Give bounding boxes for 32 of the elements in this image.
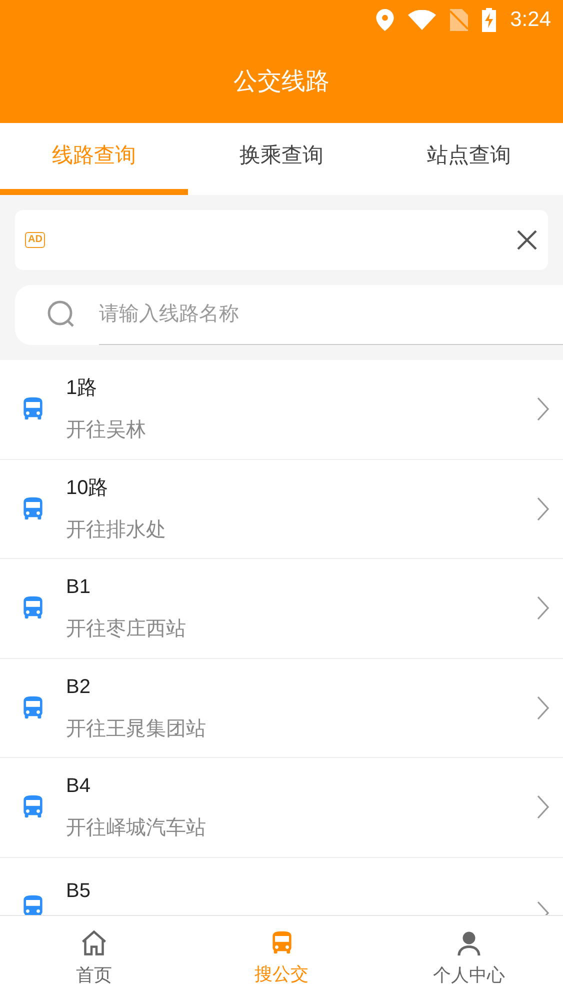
page-title: 公交线路 [234, 66, 330, 96]
chevron-right-icon [537, 696, 549, 720]
no-sim-icon [450, 9, 468, 31]
nav-tab[interactable]: 个人中心 [375, 916, 563, 1000]
route-direction: 开往王晁集团站 [66, 716, 207, 742]
tab[interactable]: 站点查询 [375, 123, 563, 195]
tab[interactable]: 换乘查询 [188, 123, 376, 195]
status-time: 3:24 [510, 7, 551, 34]
route-name: B5 [66, 880, 90, 902]
route-name: B1 [66, 575, 92, 600]
location-icon [376, 9, 394, 31]
route-name: B2 [66, 674, 92, 700]
close-icon[interactable] [516, 229, 538, 251]
chevron-right-icon [537, 596, 549, 620]
search-field[interactable]: 请输入线路名称 [15, 285, 563, 345]
ad-badge: AD [25, 232, 46, 248]
nav-tab[interactable]: 首页 [0, 916, 188, 1000]
route-row[interactable]: B5 [0, 858, 563, 914]
battery-icon [482, 8, 496, 32]
route-name: 1路 [66, 376, 98, 402]
route-row[interactable]: B2 开往王晁集团站 [0, 658, 563, 758]
route-row[interactable]: 10路 开往排水处 [0, 460, 563, 559]
wifi-icon [408, 10, 436, 30]
route-direction: 开往排水处 [66, 518, 167, 543]
route-direction: 开往峄城汽车站 [66, 816, 207, 842]
route-direction: 开往吴林 [66, 418, 147, 444]
route-name: 10路 [66, 476, 110, 501]
chevron-right-icon [537, 397, 549, 422]
route-name: B4 [66, 774, 92, 800]
chevron-right-icon [537, 496, 549, 521]
chevron-right-icon [537, 795, 549, 820]
route-direction: 开往枣庄西站 [66, 617, 187, 642]
